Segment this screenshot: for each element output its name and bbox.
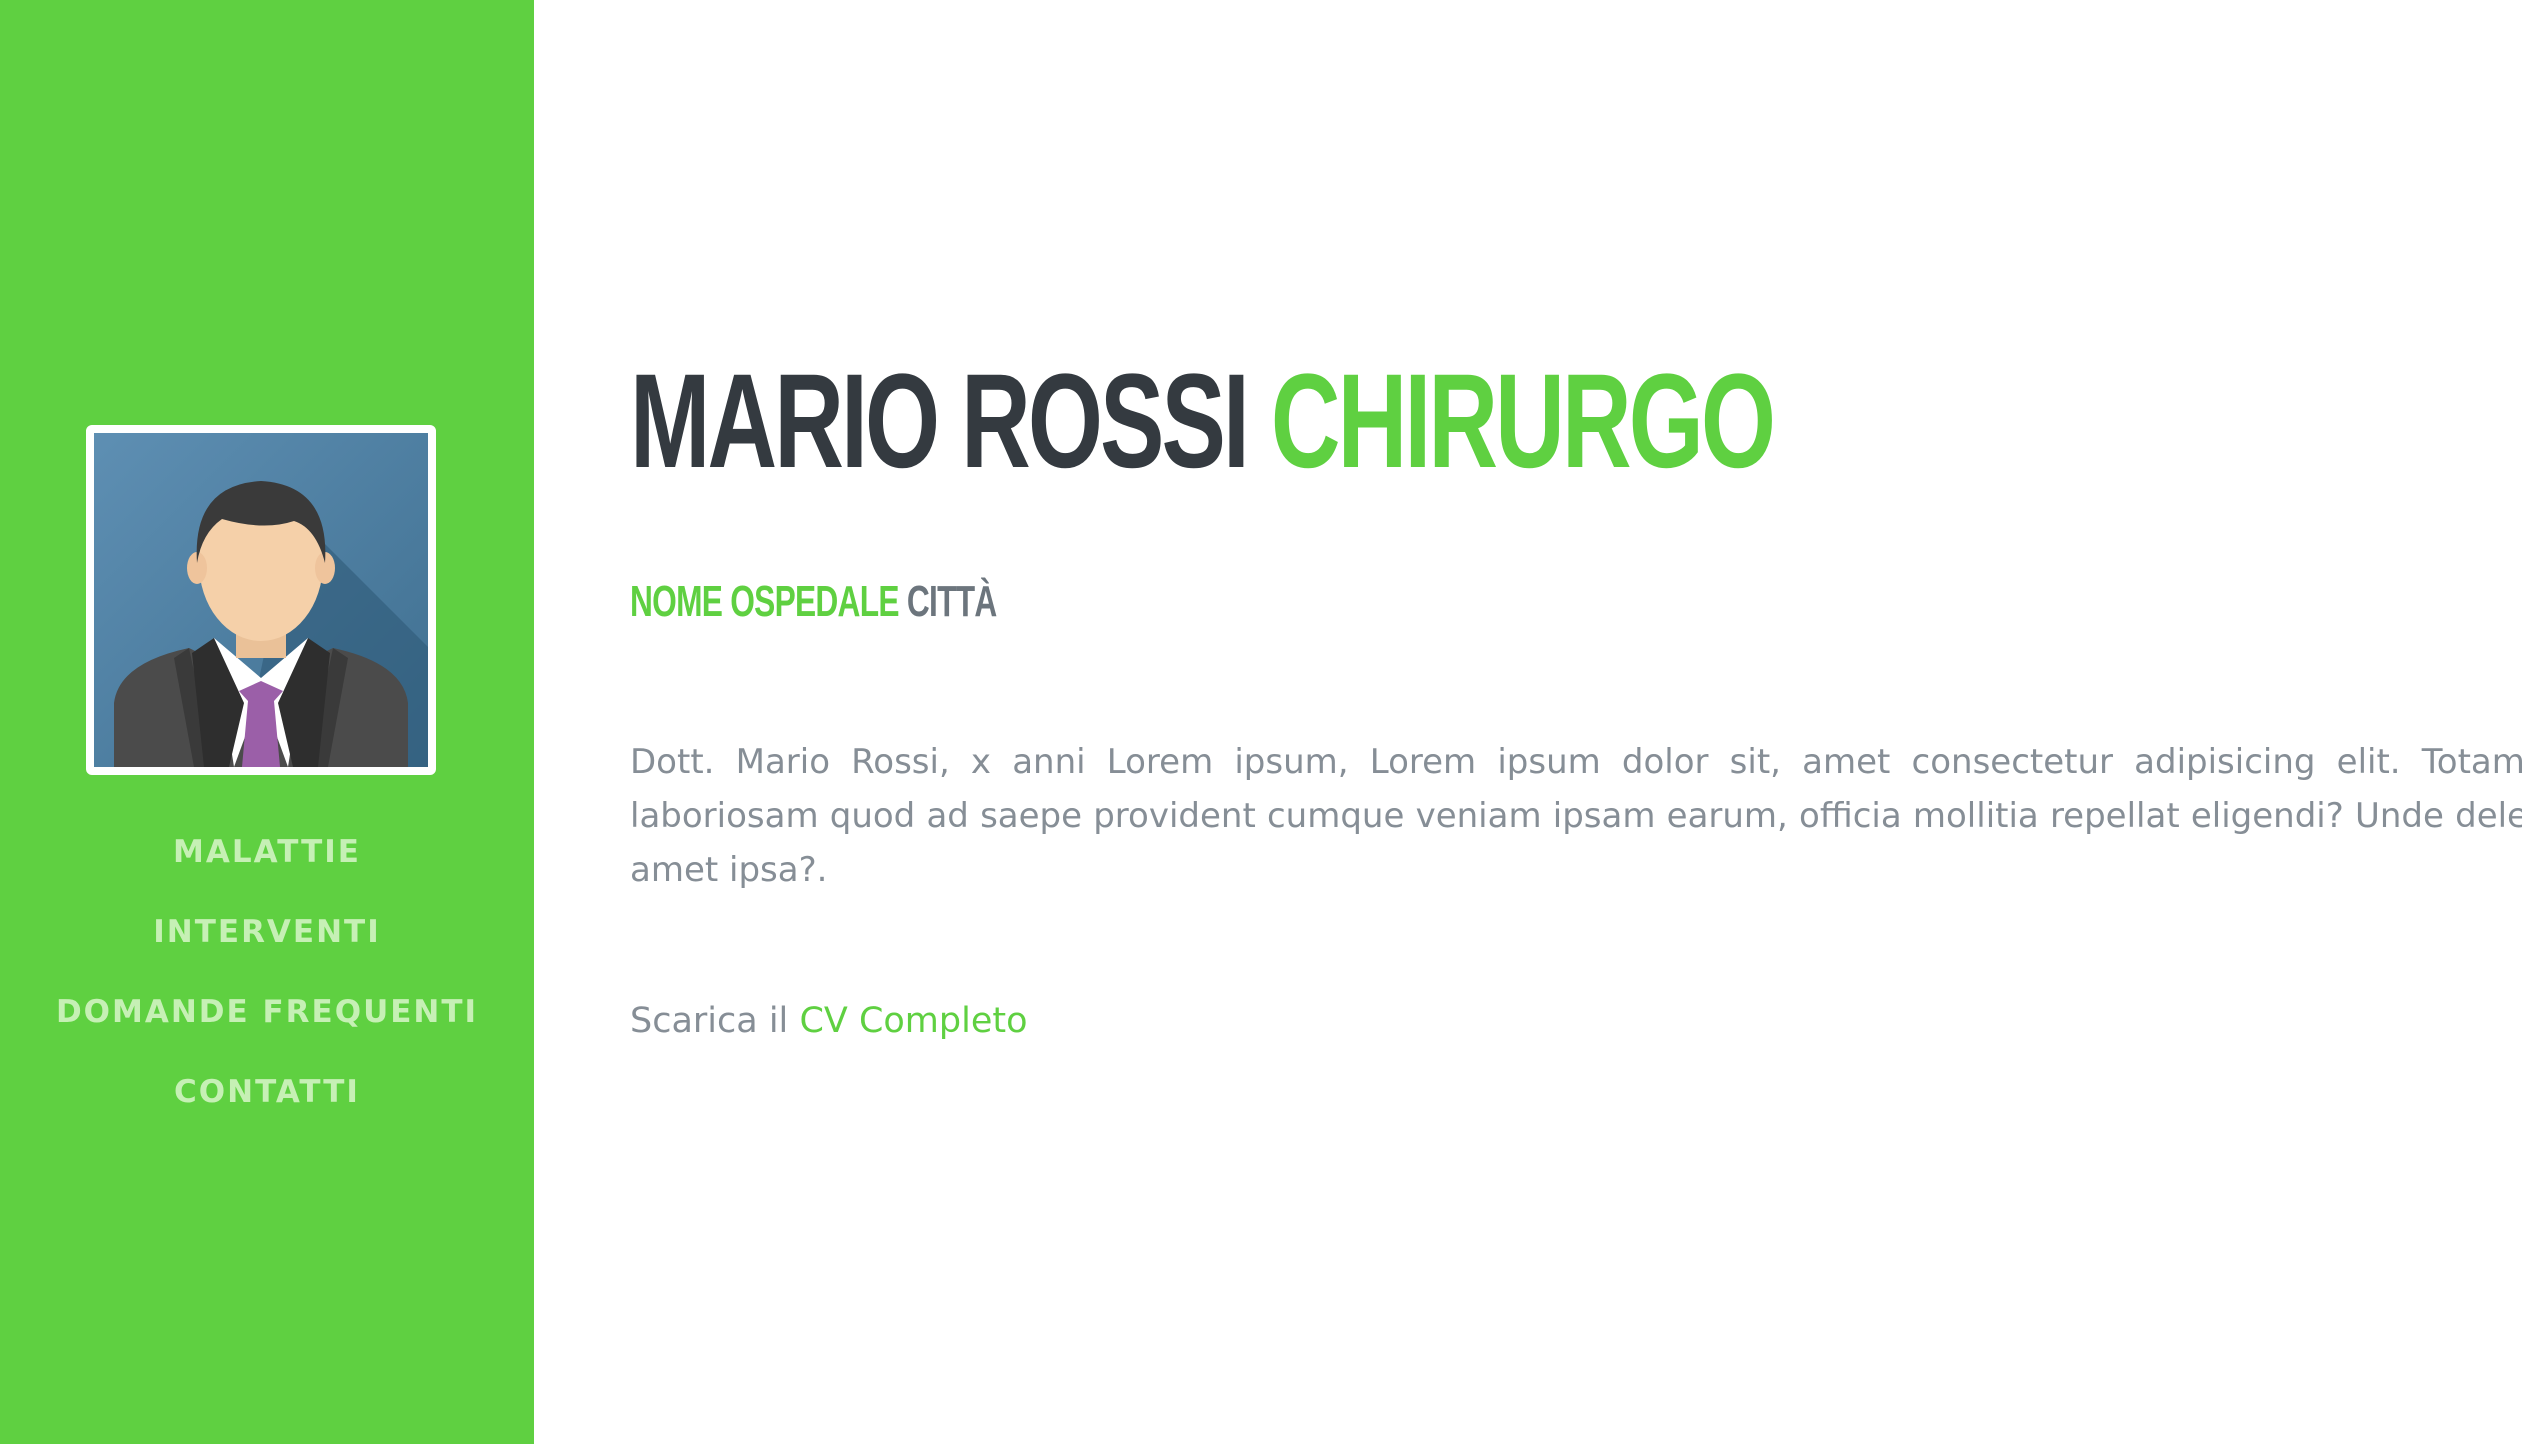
sidebar: MALATTIE INTERVENTI DOMANDE FREQUENTI CO… [0, 0, 534, 1444]
page-title: MARIO ROSSI CHIRURGO [630, 355, 1776, 489]
nav-item-malattie: MALATTIE [0, 812, 534, 892]
title-name: MARIO ROSSI [630, 347, 1250, 496]
nav-link-interventi[interactable]: INTERVENTI [153, 914, 380, 950]
bio-text: Dott. Mario Rossi, x anni Lorem ipsum, L… [630, 742, 2522, 890]
nav-link-domande-frequenti[interactable]: DOMANDE FREQUENTI [56, 994, 478, 1030]
nav-item-contatti: CONTATTI [0, 1052, 534, 1132]
hospital-subtitle: NOME OSPEDALE CITTÀ [630, 580, 997, 624]
nav-item-domande-frequenti: DOMANDE FREQUENTI [0, 972, 534, 1052]
hospital-city: CITTÀ [906, 577, 997, 626]
profile-avatar [86, 425, 436, 775]
cv-download: Scarica il CV Completo [630, 994, 1028, 1048]
nav-link-malattie[interactable]: MALATTIE [173, 834, 361, 870]
sidebar-nav: MALATTIE INTERVENTI DOMANDE FREQUENTI CO… [0, 812, 534, 1132]
hospital-name: NOME OSPEDALE [630, 577, 899, 626]
nav-link-contatti[interactable]: CONTATTI [174, 1074, 360, 1110]
nav-item-interventi: INTERVENTI [0, 892, 534, 972]
main-content: MARIO ROSSI CHIRURGO NOME OSPEDALE CITTÀ… [630, 0, 2522, 1444]
cv-prefix: Scarica il [630, 1001, 789, 1041]
doctor-avatar-icon [94, 433, 428, 767]
title-role: CHIRURGO [1270, 347, 1776, 496]
cv-link[interactable]: CV Completo [799, 1001, 1027, 1041]
